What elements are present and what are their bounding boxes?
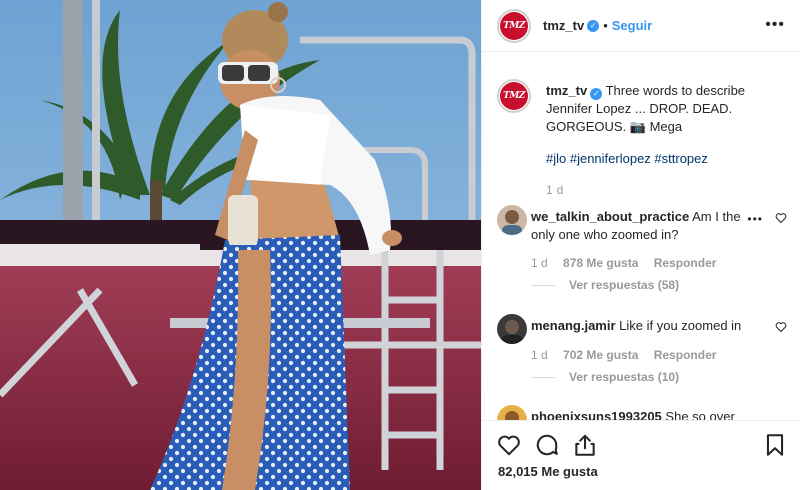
caption-text: tmz_tv ✓ Three words to describe Jennifer… xyxy=(546,82,771,136)
comment-text: menang.jamir Like if you zoomed in xyxy=(531,317,749,335)
replies-divider xyxy=(531,376,555,378)
comment-text: phoenixsuns1993205 She so over xyxy=(531,408,749,420)
comment-meta: 1 d 702 Me gusta Responder xyxy=(531,348,728,362)
tmz-logo: TMZ xyxy=(503,20,525,31)
comment-time: 1 d xyxy=(531,256,548,270)
post-actions-bar: 82,015 Me gusta xyxy=(482,420,800,490)
view-replies-button[interactable]: Ver respuestas (58) xyxy=(531,278,679,292)
comment-time: 1 d xyxy=(531,348,548,362)
comment-icon[interactable] xyxy=(534,432,560,458)
comments-list[interactable]: TMZ tmz_tv ✓ Three words to describe Jenn… xyxy=(482,53,800,420)
view-replies-label: Ver respuestas (58) xyxy=(569,278,680,292)
post-likes-count[interactable]: 82,015 Me gusta xyxy=(498,464,598,479)
comment-meta: 1 d 878 Me gusta Responder xyxy=(531,256,728,270)
view-replies-button[interactable]: Ver respuestas (10) xyxy=(531,370,679,384)
tmz-logo: TMZ xyxy=(503,91,525,101)
follow-button[interactable]: Seguir xyxy=(612,18,652,33)
caption-username[interactable]: tmz_tv xyxy=(546,83,587,98)
comment-like-heart-icon[interactable] xyxy=(775,321,787,333)
view-replies-label: Ver respuestas (10) xyxy=(569,370,680,384)
commenter-avatar[interactable] xyxy=(497,205,527,235)
heart-icon[interactable] xyxy=(496,432,522,458)
post-side-panel: TMZ tmz_tv ✓ • Seguir ••• TMZ tmz_tv ✓ Th… xyxy=(481,0,800,490)
share-icon[interactable] xyxy=(572,432,598,458)
author-avatar[interactable]: TMZ xyxy=(497,8,531,43)
comment-body: Like if you zoomed in xyxy=(619,318,742,333)
comment-likes[interactable]: 878 Me gusta xyxy=(563,256,638,270)
caption-hashtags[interactable]: #jlo #jenniferlopez #sttropez xyxy=(546,151,708,166)
comment-username[interactable]: menang.jamir xyxy=(531,318,616,333)
comment-body: She so over xyxy=(665,409,735,420)
comment-likes[interactable]: 702 Me gusta xyxy=(563,348,638,362)
header-separator: • xyxy=(603,18,608,33)
caption-avatar[interactable]: TMZ xyxy=(497,79,531,113)
commenter-avatar[interactable] xyxy=(497,405,527,420)
comment-more-icon[interactable]: ••• xyxy=(747,212,763,226)
bookmark-icon[interactable] xyxy=(762,432,788,458)
replies-divider xyxy=(531,284,555,286)
verified-badge-icon: ✓ xyxy=(587,19,600,32)
comment-reply-button[interactable]: Responder xyxy=(654,256,717,270)
post-time: 1 d xyxy=(546,183,564,197)
more-options-icon[interactable]: ••• xyxy=(765,17,785,33)
comment-username[interactable]: phoenixsuns1993205 xyxy=(531,409,662,420)
author-username[interactable]: tmz_tv xyxy=(543,18,584,33)
verified-badge-icon: ✓ xyxy=(590,88,603,100)
comment-reply-button[interactable]: Responder xyxy=(654,348,717,362)
comment-like-heart-icon[interactable] xyxy=(775,212,787,224)
photo-illustration xyxy=(0,0,481,490)
commenter-avatar[interactable] xyxy=(497,314,527,344)
post-photo[interactable] xyxy=(0,0,481,490)
comment-username[interactable]: we_talkin_about_practice xyxy=(531,209,689,224)
post-header: TMZ tmz_tv ✓ • Seguir ••• xyxy=(482,0,800,52)
comment-text: we_talkin_about_practice Am I the only o… xyxy=(531,208,749,244)
